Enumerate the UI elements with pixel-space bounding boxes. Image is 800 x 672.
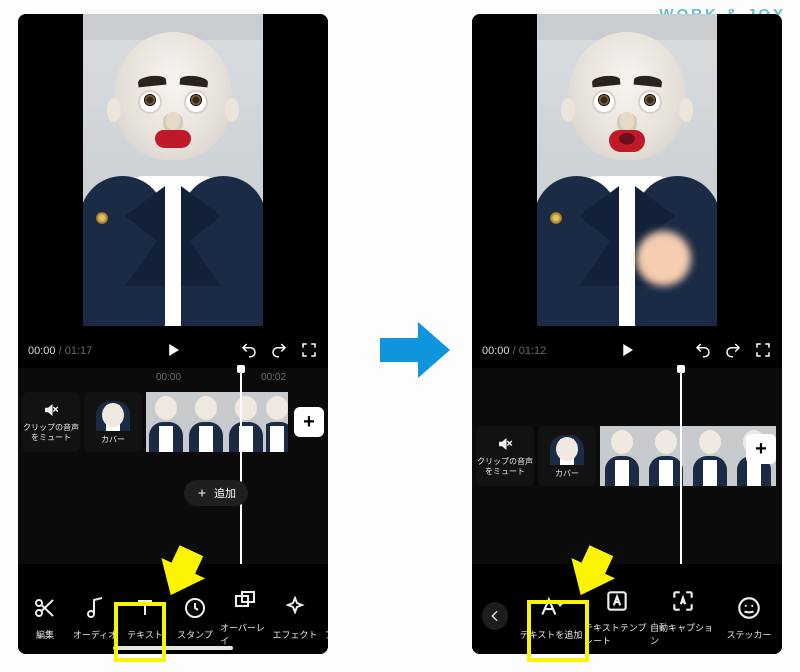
toolbar-label: 編集: [36, 628, 54, 641]
time-current: 00:00: [28, 345, 56, 357]
cover-label: カバー: [555, 469, 579, 479]
toolbar-label: オーディオ: [73, 628, 117, 641]
filter-icon: [322, 592, 328, 624]
mute-clip-button[interactable]: クリップの音声をミュート: [22, 392, 80, 452]
play-button[interactable]: [618, 341, 636, 362]
add-clip-button[interactable]: +: [746, 434, 776, 464]
scissors-icon: [29, 592, 61, 624]
toolbar-effect[interactable]: エフェクト: [270, 592, 320, 641]
add-audio-chip[interactable]: 追加: [184, 480, 248, 506]
video-clip[interactable]: [146, 392, 288, 452]
playbar: 00:00 / 01:12: [472, 334, 782, 368]
sticker-icon: [733, 592, 765, 624]
add-clip-button[interactable]: +: [294, 407, 324, 437]
cover-button[interactable]: カバー: [538, 426, 596, 486]
fullscreen-button[interactable]: [754, 341, 772, 362]
sparkle-icon: [279, 592, 311, 624]
toolbar-label: エフェクト: [272, 628, 317, 641]
video-preview[interactable]: [18, 14, 328, 334]
yellow-arrow-icon: [152, 544, 210, 602]
toolbar-label: 自動キャプション: [650, 621, 716, 647]
fullscreen-button[interactable]: [300, 341, 318, 362]
toolbar-audio[interactable]: オーディオ: [70, 592, 120, 641]
toolbar-label: フィル: [325, 628, 328, 641]
toolbar-label: テキストテンプレート: [584, 621, 650, 647]
toolbar-label: オーバーレイ: [220, 621, 270, 647]
blue-arrow-icon: [380, 320, 450, 380]
time-ruler: 00:0000:02: [18, 372, 328, 388]
playbar: 00:00 / 01:17: [18, 334, 328, 368]
toolbar-auto-caption[interactable]: 自動キャプション: [650, 585, 716, 647]
phone-screen-right: 00:00 / 01:12 クリップの音声をミュート カバー: [472, 14, 782, 654]
playhead[interactable]: [240, 368, 242, 564]
music-note-icon: [79, 592, 111, 624]
toolbar-label: スタンプ: [177, 628, 213, 641]
time-total: 01:12: [519, 345, 547, 357]
time-total: 01:17: [65, 345, 93, 357]
cover-label: カバー: [101, 435, 125, 445]
undo-button[interactable]: [694, 341, 712, 362]
time-display: 00:00 / 01:12: [482, 345, 546, 357]
back-button[interactable]: [482, 602, 508, 630]
toolbar-sticker[interactable]: ステッカー: [716, 592, 782, 641]
playhead[interactable]: [680, 368, 682, 564]
undo-button[interactable]: [240, 341, 258, 362]
toolbar-label: テキスト: [127, 628, 163, 641]
add-chip-label: 追加: [214, 485, 236, 501]
mute-label: クリップの音声をミュート: [22, 423, 80, 442]
toolbar-overlay[interactable]: オーバーレイ: [220, 585, 270, 647]
toolbar-label: ステッカー: [726, 628, 771, 641]
toolbar-label: テキストを追加: [520, 628, 583, 641]
time-display: 00:00 / 01:17: [28, 345, 92, 357]
timeline[interactable]: クリップの音声をミュート カバー +: [472, 368, 782, 564]
time-ruler: [472, 372, 782, 388]
play-button[interactable]: [164, 341, 182, 362]
bottom-toolbar: テキストを追加 テキストテンプレート 自動キャプション ステッカー: [472, 578, 782, 654]
overlay-icon: [229, 585, 261, 617]
home-indicator: [113, 646, 233, 650]
yellow-arrow-icon: [562, 544, 620, 602]
cover-button[interactable]: カバー: [84, 392, 142, 452]
timeline[interactable]: 00:0000:02 クリップの音声をミュート カバー + 追加: [18, 368, 328, 564]
redo-button[interactable]: [724, 341, 742, 362]
mute-label: クリップの音声をミュート: [476, 457, 534, 476]
video-preview[interactable]: [472, 14, 782, 334]
time-current: 00:00: [482, 345, 510, 357]
mute-clip-button[interactable]: クリップの音声をミュート: [476, 426, 534, 486]
redo-button[interactable]: [270, 341, 288, 362]
caption-icon: [667, 585, 699, 617]
toolbar-filter[interactable]: フィル: [320, 592, 328, 641]
toolbar-edit[interactable]: 編集: [20, 592, 70, 641]
